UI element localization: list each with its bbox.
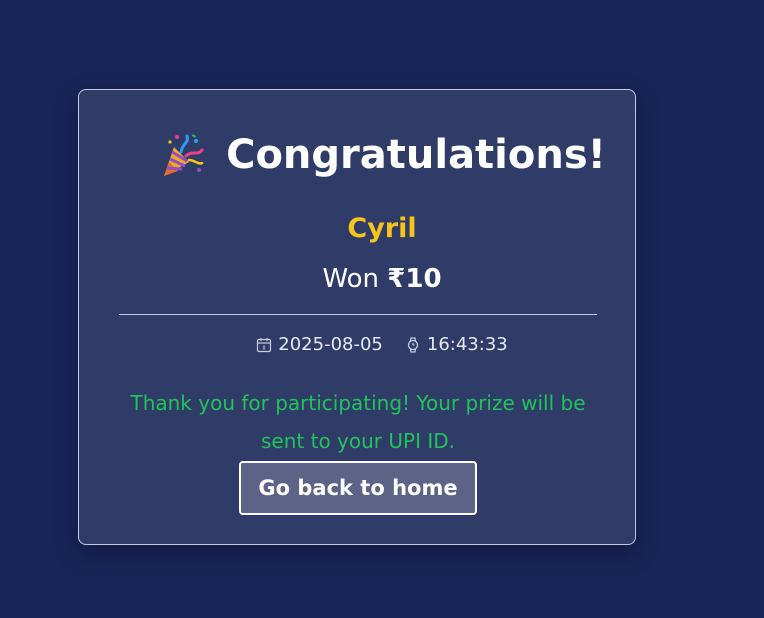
- time-text: 16:43:33: [426, 334, 508, 355]
- time-item: 16:43:33: [405, 336, 508, 354]
- date-text: 2025-08-05: [278, 334, 383, 355]
- calendar-icon: [257, 338, 272, 353]
- party-popper-icon: [164, 134, 204, 176]
- watch-icon: [407, 337, 419, 353]
- title-row: Congratulations!: [0, 132, 764, 182]
- date-time-row: 2025-08-05 16:43:33: [0, 336, 764, 354]
- thank-you-message: Thank you for participating! Your prize …: [130, 391, 586, 453]
- title-text: Congratulations!: [226, 132, 606, 178]
- divider: [119, 314, 597, 315]
- prize-amount: ₹10: [387, 264, 442, 294]
- winner-name: Cyril: [347, 213, 417, 244]
- date-item: 2025-08-05: [256, 336, 383, 354]
- won-prefix: Won: [322, 264, 380, 294]
- page-title: Congratulations!: [158, 132, 606, 178]
- go-back-home-button[interactable]: Go back to home: [239, 461, 477, 515]
- won-amount-line: Won ₹10: [0, 266, 764, 292]
